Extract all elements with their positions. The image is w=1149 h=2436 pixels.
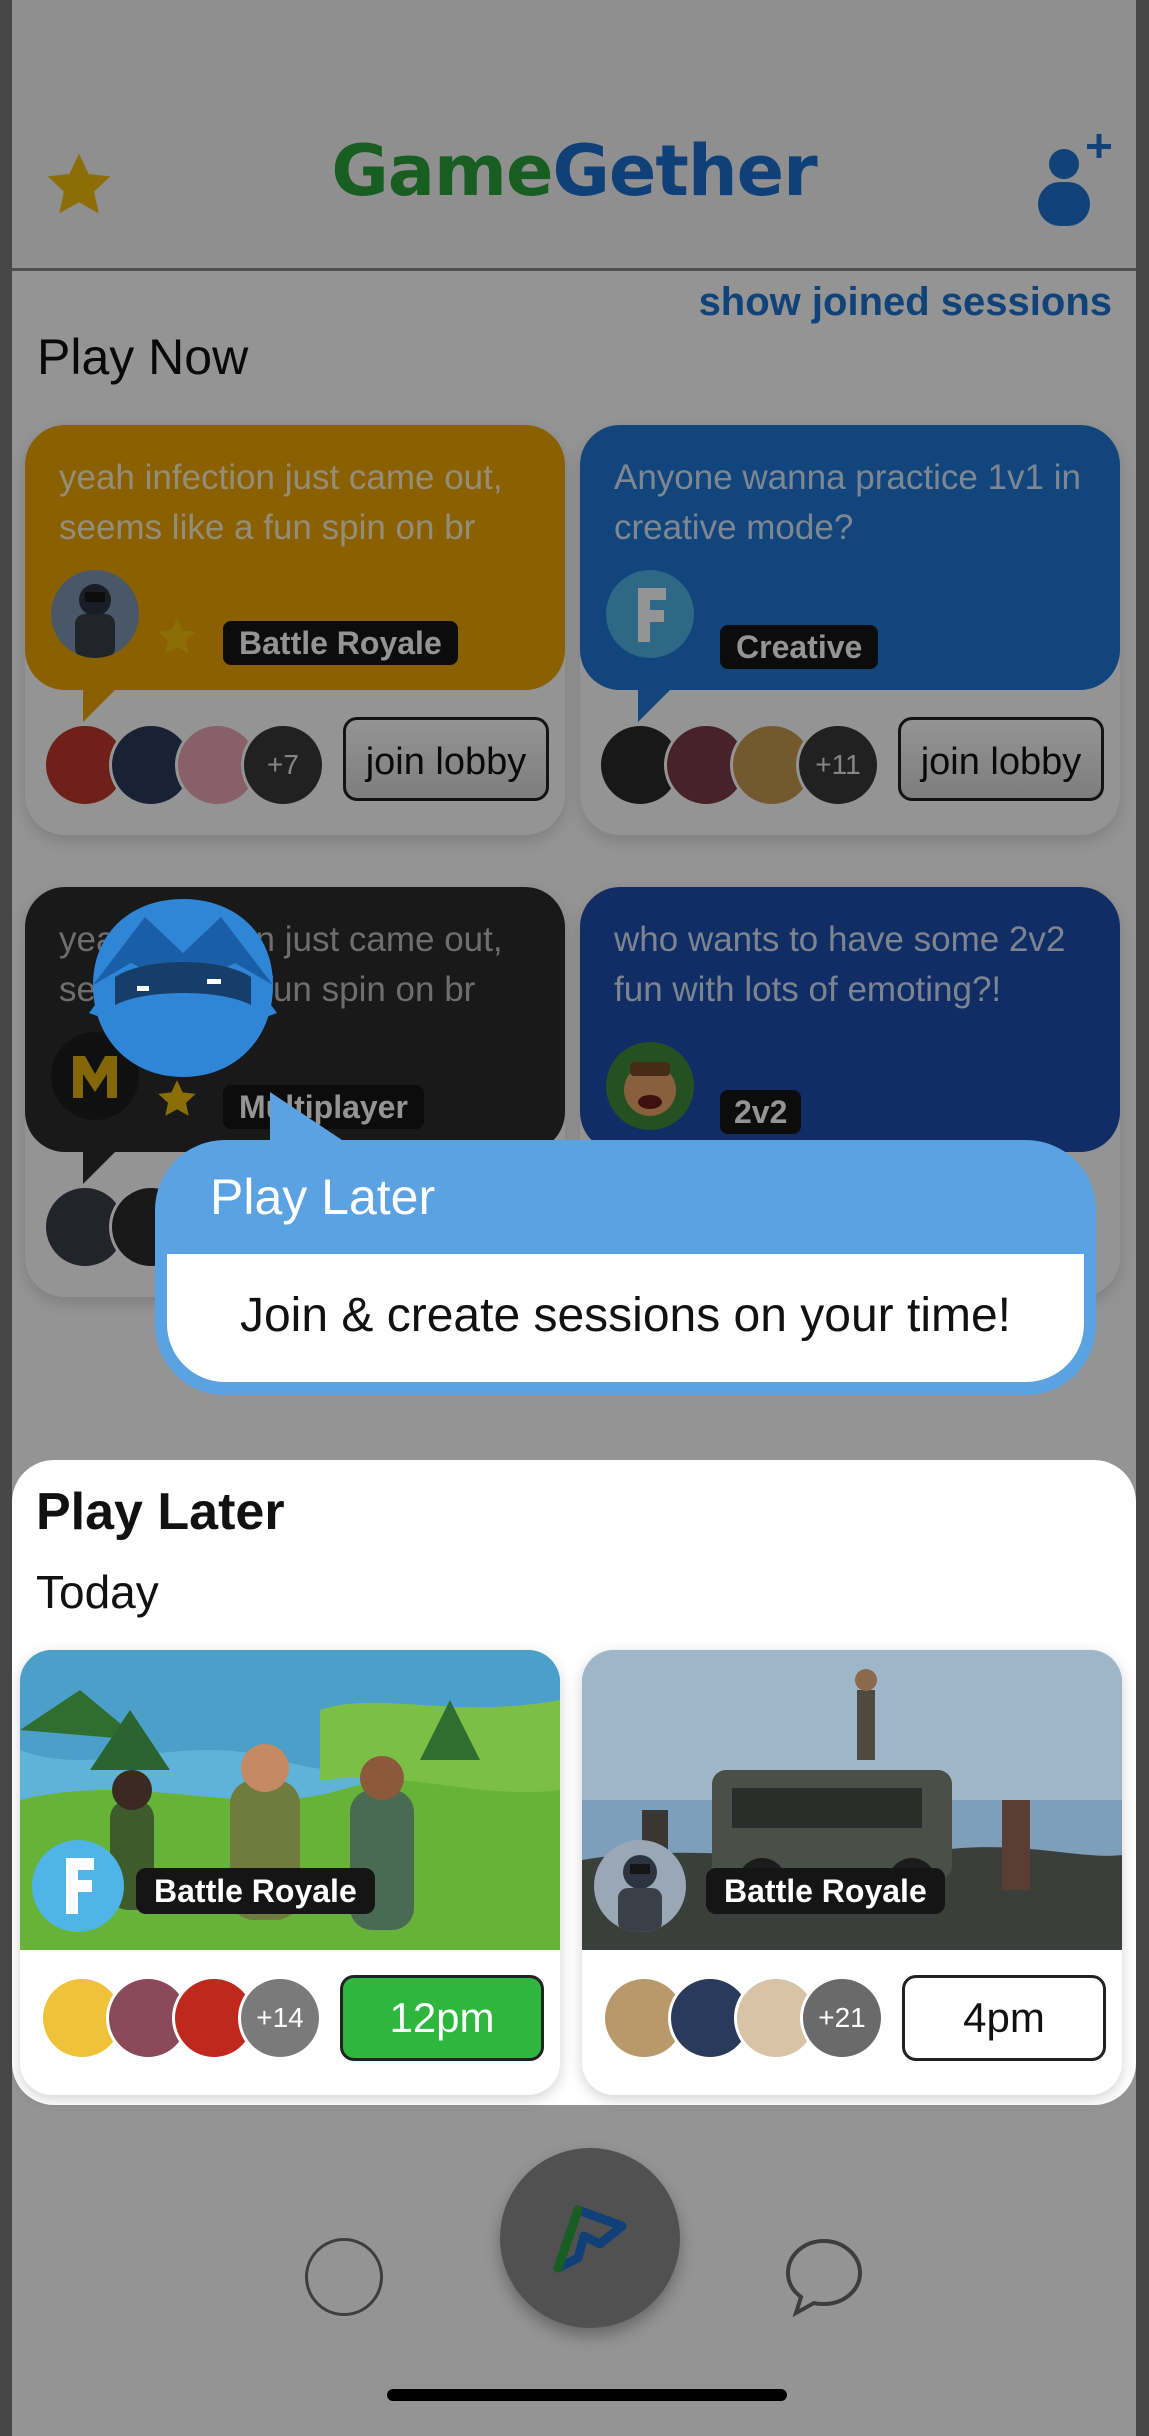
game-mode-tag: Battle Royale [136, 1868, 375, 1914]
screen: GameGether show joined sessions Play Now… [0, 0, 1149, 2436]
scheduled-session-card[interactable]: Battle Royale +14 12pm [20, 1650, 560, 2095]
fortnite-icon [32, 1840, 124, 1932]
mascot-ninja-icon [89, 899, 277, 1077]
participant-avatars: +21 [602, 1976, 902, 2060]
day-label: Today [36, 1566, 159, 1618]
scheduled-session-card[interactable]: Battle Royale +21 4pm [582, 1650, 1122, 2095]
tooltip-text: Join & create sessions on your time! [239, 1289, 1012, 1342]
time-slot-button-selected[interactable]: 12pm [340, 1975, 544, 2061]
play-later-sheet: Play Later Today Battle Royale +14 12pm … [12, 1460, 1136, 2105]
tooltip-body: Join & create sessions on your time! [167, 1254, 1084, 1382]
participant-avatars: +14 [40, 1976, 340, 2060]
play-later-heading: Play Later [36, 1483, 285, 1541]
tooltip-title: Play Later [210, 1169, 436, 1225]
more-participants-count: +14 [238, 1976, 322, 2060]
more-participants-count: +21 [800, 1976, 884, 2060]
pubg-icon [594, 1840, 686, 1932]
onboarding-tooltip[interactable]: Play Later Join & create sessions on you… [155, 1140, 1096, 1395]
time-slot-button[interactable]: 4pm [902, 1975, 1106, 2061]
game-mode-tag: Battle Royale [706, 1868, 945, 1914]
